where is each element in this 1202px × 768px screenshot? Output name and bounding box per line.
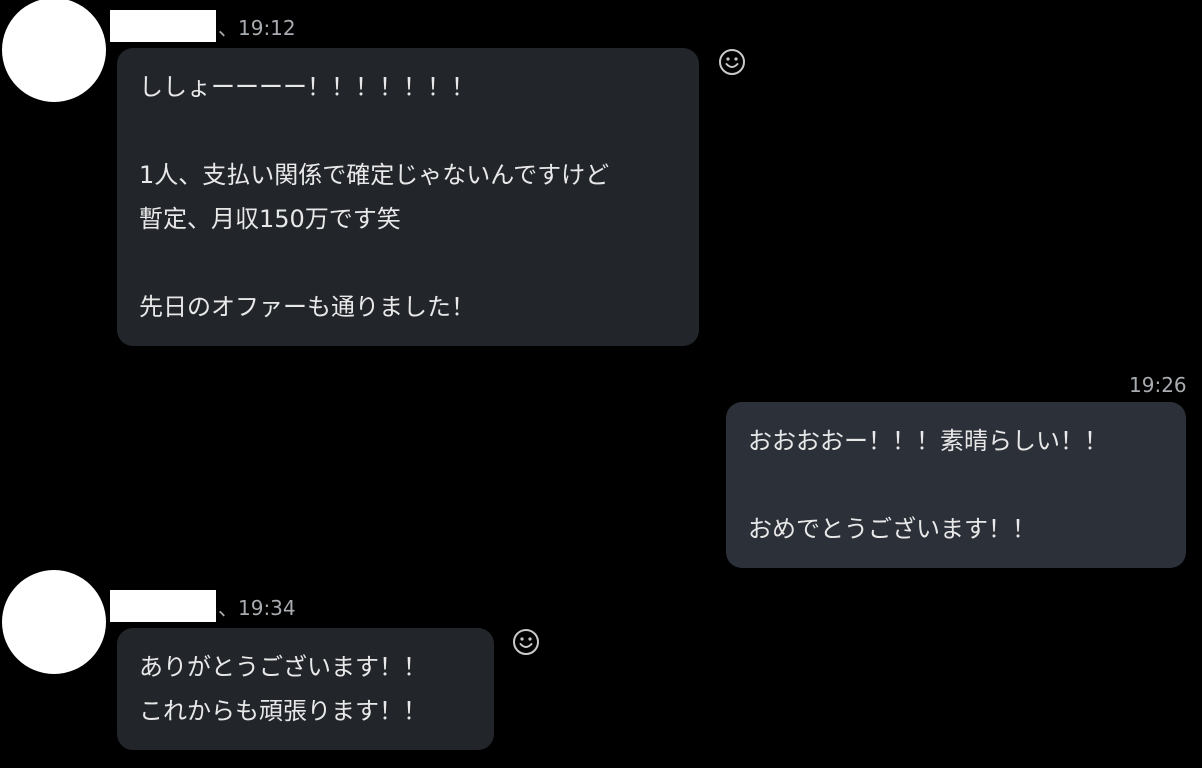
message-timestamp: 19:26 [1129, 373, 1187, 397]
message-line [748, 463, 1164, 507]
message-line: ししょーーーー！！！！！！！ [139, 73, 475, 101]
message-bubble[interactable]: ありがとうございます！！ これからも頑張ります！！ [117, 628, 494, 750]
sender-avatar[interactable] [2, 0, 106, 102]
message-line: 先日のオファーも通りました！ [139, 293, 475, 321]
message-bubble[interactable]: おおおおー！！！素晴らしい！！ おめでとうございます！！ [726, 402, 1186, 568]
sender-name-redacted [110, 10, 216, 42]
chat-window: 、19:12 ししょーーーー！！！！！！！ 1人、支払い関係で確定じゃないんです… [0, 0, 1202, 768]
smiley-icon[interactable] [512, 628, 540, 656]
message-line [139, 109, 677, 153]
message-line: おおおおー！！！素晴らしい！！ [748, 427, 1108, 455]
message-line: おめでとうございます！！ [748, 515, 1036, 543]
message-line: 1人、支払い関係で確定じゃないんですけど [139, 161, 610, 189]
sender-name-redacted [110, 590, 216, 622]
message-bubble[interactable]: ししょーーーー！！！！！！！ 1人、支払い関係で確定じゃないんですけど 暫定、月… [117, 48, 699, 346]
message-line: ありがとうございます！！ [139, 653, 427, 681]
message-timestamp: 、19:34 [218, 596, 296, 620]
smiley-icon[interactable] [718, 48, 746, 76]
message-line: 暫定、月収150万です笑 [139, 205, 401, 233]
message-line: これからも頑張ります！！ [139, 697, 427, 725]
sender-avatar[interactable] [2, 570, 106, 674]
message-line [139, 241, 677, 285]
message-timestamp: 、19:12 [218, 16, 296, 40]
